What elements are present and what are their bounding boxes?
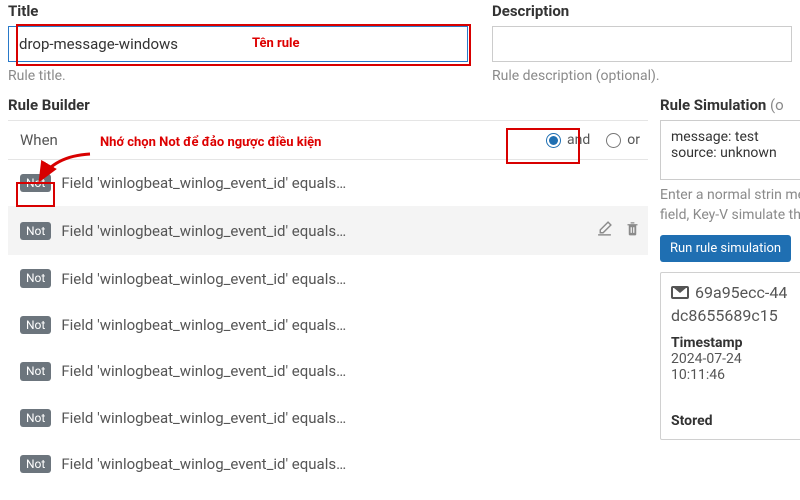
not-chip[interactable]: Not [20,362,51,380]
radio-and-label: and [567,132,590,148]
rule-item[interactable]: Not Field 'winlogbeat_winlog_event_id' e… [8,255,648,301]
sim-timestamp-label: Timestamp [671,335,796,351]
rule-text: Field 'winlogbeat_winlog_event_id' equal… [61,409,346,427]
sim-textarea[interactable] [660,120,800,180]
edit-icon[interactable] [596,220,613,241]
rule-item[interactable]: Not Field 'winlogbeat_winlog_event_id' e… [8,206,648,255]
not-chip[interactable]: Not [20,316,51,334]
sim-result-id1: 69a95ecc-44 [695,283,787,302]
title-label: Title [8,2,468,20]
description-help: Rule description (optional). [492,68,792,84]
rule-item[interactable]: Not Field 'winlogbeat_winlog_event_id' e… [8,348,648,394]
not-chip[interactable]: Not [20,409,51,427]
rule-item[interactable]: Not Field 'winlogbeat_winlog_event_id' e… [8,441,648,487]
rule-text: Field 'winlogbeat_winlog_event_id' equal… [61,222,346,240]
radio-or-input[interactable] [606,133,621,148]
not-chip[interactable]: Not [20,455,51,473]
title-input[interactable] [8,26,468,62]
sim-result-card: 69a95ecc-44 dc8655689c15 Timestamp 2024-… [660,272,800,440]
sim-result-id2: dc8655689c15 [671,306,800,325]
not-chip[interactable]: Not [20,269,51,287]
sim-stored-label: Stored [671,413,800,429]
description-input[interactable] [492,26,792,62]
radio-and-input[interactable] [546,133,561,148]
trash-icon[interactable] [625,220,640,241]
rule-item[interactable]: Not Field 'winlogbeat_winlog_event_id' e… [8,302,648,348]
rules-list: Not Field 'winlogbeat_winlog_event_id' e… [8,160,648,487]
rule-text: Field 'winlogbeat_winlog_event_id' equal… [61,270,346,288]
radio-and[interactable]: and [546,132,590,148]
radio-or-label: or [627,132,640,148]
not-chip[interactable]: Not [20,174,51,192]
sim-timestamp-value: 2024-07-24 10:11:46 [671,351,796,383]
run-simulation-button[interactable]: Run rule simulation [660,235,791,262]
rule-text: Field 'winlogbeat_winlog_event_id' equal… [61,455,346,473]
rule-text: Field 'winlogbeat_winlog_event_id' equal… [61,174,346,192]
when-label: When [20,131,58,149]
not-chip[interactable]: Not [20,222,51,240]
envelope-icon [671,286,689,299]
radio-or[interactable]: or [606,132,640,148]
sim-help: Enter a normal strin message field, Key-… [660,186,800,225]
rule-text: Field 'winlogbeat_winlog_event_id' equal… [61,362,346,380]
builder-section-label: Rule Builder [8,96,648,114]
rule-text: Field 'winlogbeat_winlog_event_id' equal… [61,316,346,334]
rule-item[interactable]: Not Field 'winlogbeat_winlog_event_id' e… [8,395,648,441]
description-label: Description [492,2,792,20]
title-help: Rule title. [8,68,468,84]
sim-section-label: Rule Simulation (o [660,96,800,114]
rule-item[interactable]: Not Field 'winlogbeat_winlog_event_id' e… [8,160,648,206]
